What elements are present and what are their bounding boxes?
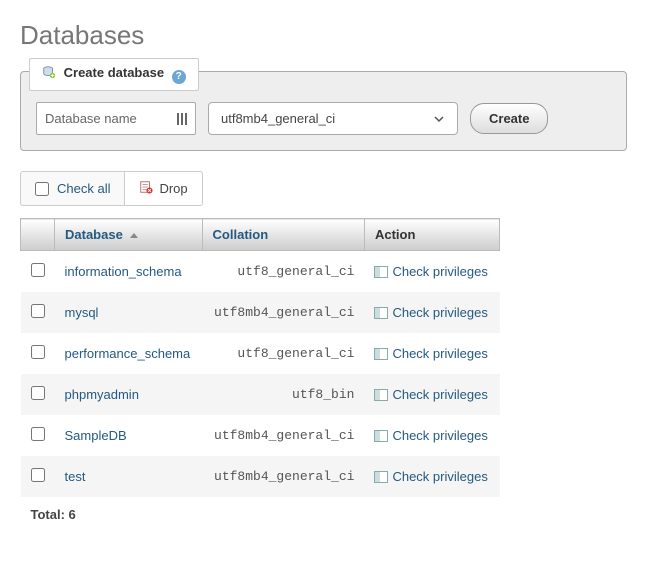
- database-link[interactable]: phpmyadmin: [65, 387, 139, 402]
- columns-icon: [177, 113, 187, 125]
- row-checkbox[interactable]: [31, 386, 45, 400]
- row-checkbox[interactable]: [31, 427, 45, 441]
- row-checkbox[interactable]: [31, 263, 45, 277]
- total-row: Total: 6: [21, 497, 500, 532]
- check-privileges-link[interactable]: Check privileges: [392, 387, 487, 402]
- drop-button[interactable]: Drop: [125, 171, 202, 206]
- table-row: mysql utf8mb4_general_ci Check privileges: [21, 292, 500, 333]
- sort-asc-icon: [130, 233, 138, 238]
- table-row: information_schema utf8_general_ci Check p…: [21, 251, 500, 293]
- table-row: phpmyadmin utf8_bin Check privileges: [21, 374, 500, 415]
- table-row: test utf8mb4_general_ci Check privileges: [21, 456, 500, 497]
- row-checkbox[interactable]: [31, 345, 45, 359]
- privileges-icon: [374, 471, 388, 483]
- header-checkbox: [21, 219, 55, 251]
- check-privileges-link[interactable]: Check privileges: [392, 264, 487, 279]
- privileges-icon: [374, 307, 388, 319]
- create-database-legend-text: Create database: [64, 65, 164, 80]
- create-database-legend: Create database ?: [29, 58, 199, 91]
- collation-value: utf8mb4_general_ci: [202, 456, 364, 497]
- privileges-icon: [374, 348, 388, 360]
- privileges-icon: [374, 266, 388, 278]
- database-link[interactable]: test: [65, 469, 86, 484]
- check-all-wrapper: Check all: [20, 171, 125, 206]
- check-privileges-link[interactable]: Check privileges: [392, 346, 487, 361]
- check-privileges-link[interactable]: Check privileges: [392, 305, 487, 320]
- row-checkbox[interactable]: [31, 468, 45, 482]
- drop-label: Drop: [159, 181, 187, 196]
- help-icon[interactable]: ?: [172, 70, 186, 84]
- collation-value: utf8_general_ci: [202, 251, 364, 293]
- create-button[interactable]: Create: [470, 103, 548, 134]
- database-link[interactable]: mysql: [65, 305, 99, 320]
- check-all-link[interactable]: Check all: [57, 181, 110, 196]
- create-database-fieldset: Create database ? Database name utf8mb4_…: [20, 71, 627, 151]
- check-all-checkbox[interactable]: [35, 182, 49, 196]
- database-add-icon: [42, 65, 56, 79]
- databases-table: Database Collation Action information_sc…: [20, 218, 500, 532]
- header-collation[interactable]: Collation: [202, 219, 364, 251]
- table-row: SampleDB utf8mb4_general_ci Check privileg…: [21, 415, 500, 456]
- header-database[interactable]: Database: [55, 219, 203, 251]
- database-link[interactable]: SampleDB: [65, 428, 127, 443]
- collation-select[interactable]: utf8mb4_general_ci: [208, 102, 458, 135]
- databases-toolbar: Check all Drop: [20, 171, 627, 206]
- page-title: Databases: [20, 20, 627, 51]
- database-link[interactable]: information_schema: [65, 264, 182, 279]
- privileges-icon: [374, 389, 388, 401]
- database-name-placeholder: Database name: [45, 111, 137, 126]
- check-privileges-link[interactable]: Check privileges: [392, 428, 487, 443]
- header-action: Action: [364, 219, 499, 251]
- privileges-icon: [374, 430, 388, 442]
- row-checkbox[interactable]: [31, 304, 45, 318]
- drop-icon: [139, 180, 153, 197]
- database-link[interactable]: performance_schema: [65, 346, 191, 361]
- collation-selected-value: utf8mb4_general_ci: [221, 111, 335, 126]
- header-database-label: Database: [65, 227, 123, 242]
- collation-value: utf8mb4_general_ci: [202, 292, 364, 333]
- collation-value: utf8mb4_general_ci: [202, 415, 364, 456]
- collation-value: utf8_general_ci: [202, 333, 364, 374]
- database-name-input[interactable]: Database name: [36, 102, 196, 135]
- collation-value: utf8_bin: [202, 374, 364, 415]
- table-row: performance_schema utf8_general_ci Check p…: [21, 333, 500, 374]
- chevron-down-icon: [433, 113, 445, 125]
- check-privileges-link[interactable]: Check privileges: [392, 469, 487, 484]
